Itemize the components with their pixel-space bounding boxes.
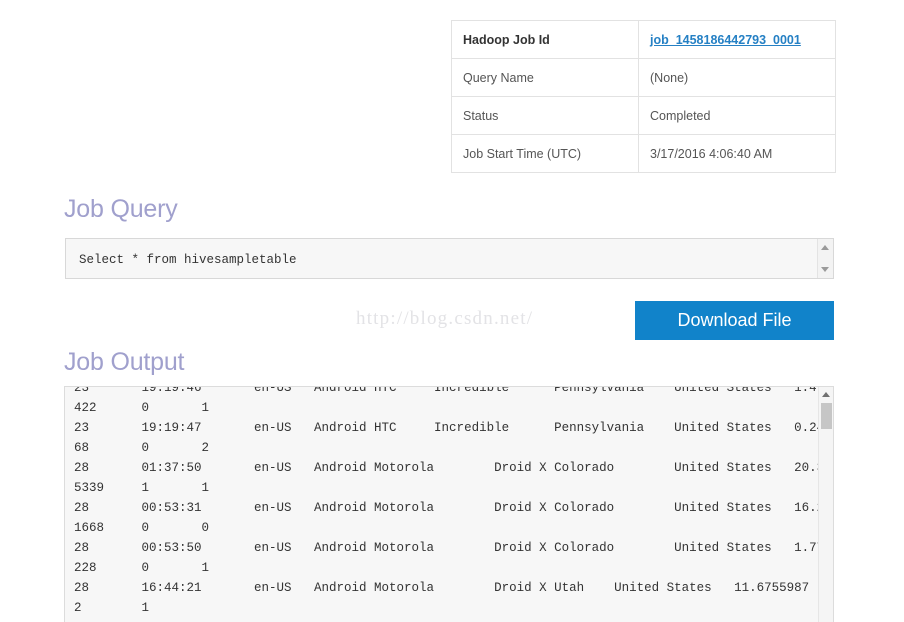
job-query-textarea[interactable]: Select * from hivesampletable bbox=[65, 238, 834, 279]
query-scrollbar[interactable] bbox=[817, 239, 833, 278]
status-label: Status bbox=[451, 96, 639, 135]
job-id-link[interactable]: job_1458186442793_0001 bbox=[650, 33, 801, 47]
job-output-heading: Job Output bbox=[64, 348, 185, 376]
output-line: 28 00:53:31 en-US Android Motorola Droid… bbox=[74, 501, 834, 515]
output-line: 1668 0 0 bbox=[74, 521, 210, 535]
job-query-text: Select * from hivesampletable bbox=[79, 253, 297, 267]
job-output-text: 23 19:19:46 en-US Android HTC Incredible… bbox=[65, 386, 834, 618]
query-name-label: Query Name bbox=[451, 58, 639, 97]
table-row: Job Start Time (UTC) 3/17/2016 4:06:40 A… bbox=[451, 134, 836, 173]
output-scrollbar[interactable] bbox=[818, 387, 833, 622]
table-row: Status Completed bbox=[451, 96, 836, 135]
job-output-panel[interactable]: 23 19:19:46 en-US Android HTC Incredible… bbox=[64, 386, 834, 622]
job-id-value: job_1458186442793_0001 bbox=[639, 21, 836, 59]
job-info-panel: Hadoop Job Id job_1458186442793_0001 Que… bbox=[451, 20, 836, 173]
watermark-text: http://blog.csdn.net/ bbox=[356, 308, 534, 329]
output-line: 23 19:19:46 en-US Android HTC Incredible… bbox=[74, 386, 834, 395]
output-line: 68 0 2 bbox=[74, 441, 210, 455]
job-id-label: Hadoop Job Id bbox=[451, 20, 639, 59]
output-line: 23 19:19:47 en-US Android HTC Incredible… bbox=[74, 421, 834, 435]
output-line: 28 16:44:21 en-US Android Motorola Droid… bbox=[74, 581, 810, 595]
start-time-value: 3/17/2016 4:06:40 AM bbox=[650, 146, 773, 161]
scrollbar-thumb[interactable] bbox=[821, 403, 832, 429]
job-info-table: Hadoop Job Id job_1458186442793_0001 Que… bbox=[451, 20, 836, 173]
query-name-value: (None) bbox=[650, 70, 689, 85]
output-line: 5339 1 1 bbox=[74, 481, 210, 495]
status-value: Completed bbox=[650, 108, 711, 123]
job-query-heading: Job Query bbox=[64, 195, 178, 223]
table-row: Hadoop Job Id job_1458186442793_0001 bbox=[451, 20, 836, 59]
output-line: 422 0 1 bbox=[74, 401, 210, 415]
chevron-down-icon[interactable] bbox=[821, 267, 829, 272]
job-info-table-body: Hadoop Job Id job_1458186442793_0001 Que… bbox=[451, 20, 836, 173]
output-line: 2 1 bbox=[74, 601, 150, 615]
output-line: 228 0 1 bbox=[74, 561, 210, 575]
download-file-button[interactable]: Download File bbox=[635, 301, 834, 340]
output-line: 28 01:37:50 en-US Android Motorola Droid… bbox=[74, 461, 834, 475]
chevron-up-icon[interactable] bbox=[821, 245, 829, 250]
output-line: 28 00:53:50 en-US Android Motorola Droid… bbox=[74, 541, 834, 555]
start-time-label: Job Start Time (UTC) bbox=[451, 134, 639, 173]
chevron-up-icon[interactable] bbox=[822, 392, 830, 397]
table-row: Query Name (None) bbox=[451, 58, 836, 97]
